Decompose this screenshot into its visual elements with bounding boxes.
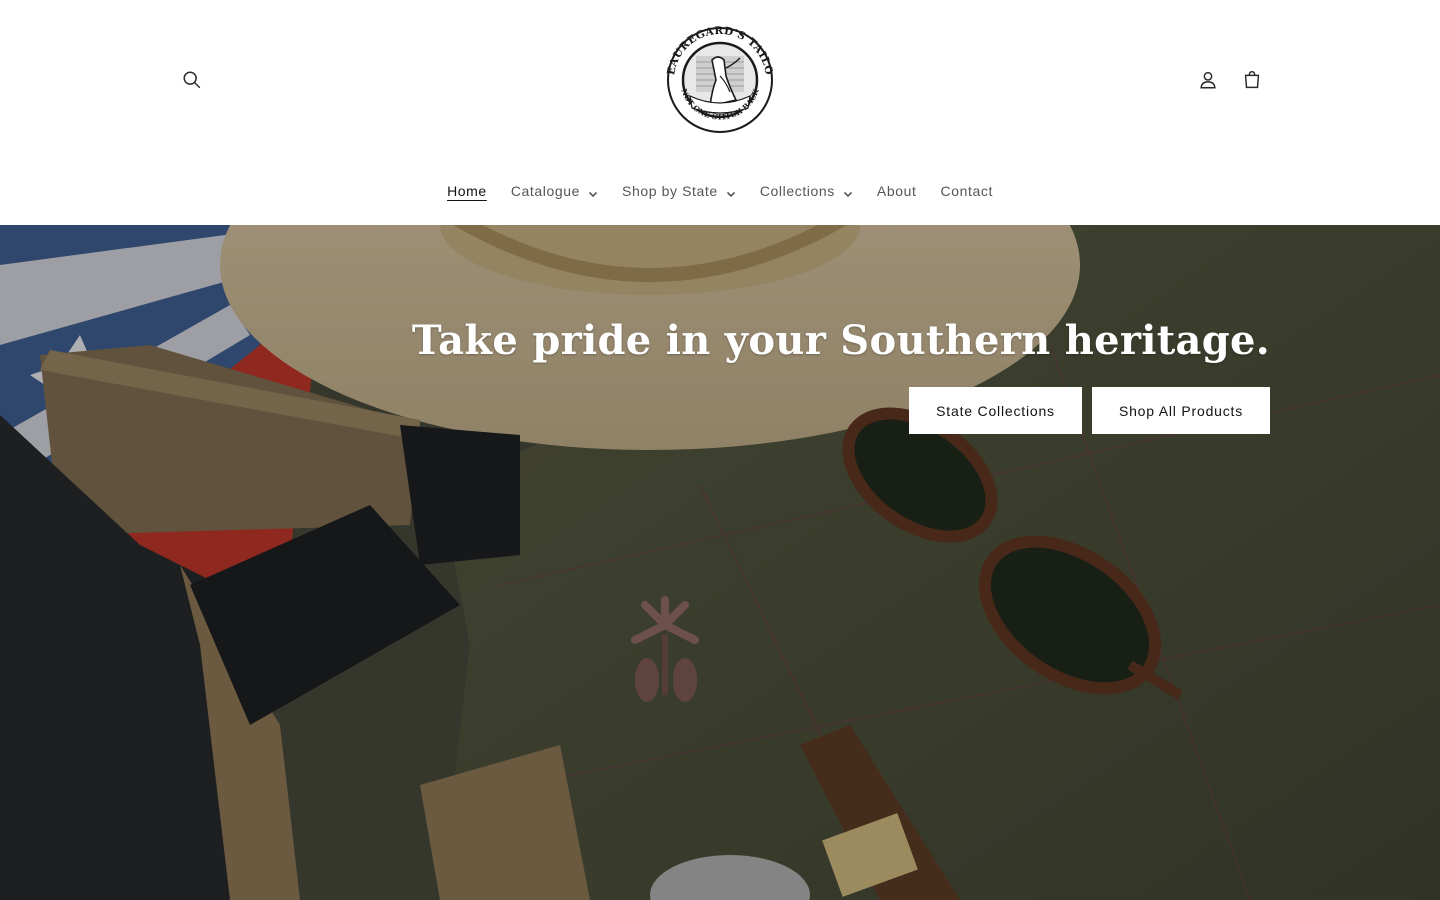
state-collections-button[interactable]: State Collections xyxy=(909,387,1082,434)
search-icon xyxy=(183,71,201,89)
nav-item-label: Contact xyxy=(940,183,993,199)
cart-icon xyxy=(1244,71,1260,89)
nav-item-collections[interactable]: Collections xyxy=(748,172,865,210)
nav-item-label: Home xyxy=(447,183,487,199)
nav-item-about[interactable]: About xyxy=(865,172,929,210)
nav-item-shop-by-state[interactable]: Shop by State xyxy=(610,172,748,210)
nav-item-home[interactable]: Home xyxy=(435,172,499,210)
nav-item-label: Collections xyxy=(759,183,835,199)
nav-item-catalogue[interactable]: Catalogue xyxy=(499,172,610,210)
account-icon xyxy=(1200,71,1216,89)
cart-button[interactable] xyxy=(1230,58,1274,102)
site-header: BEAUREGARD'S TAILOR NOT ONE STITCH BACK … xyxy=(0,0,1440,225)
hero-banner: Take pride in your Southern heritage. St… xyxy=(0,225,1440,900)
chevron-down-icon xyxy=(843,186,853,198)
site-logo[interactable]: BEAUREGARD'S TAILOR NOT ONE STITCH BACK xyxy=(655,9,780,142)
account-button[interactable] xyxy=(1186,58,1230,102)
nav-item-label: Shop by State xyxy=(622,183,718,199)
logo-seal: BEAUREGARD'S TAILOR NOT ONE STITCH BACK xyxy=(655,9,774,133)
chevron-down-icon xyxy=(588,186,598,198)
chevron-down-icon xyxy=(726,186,736,198)
nav-item-label: Catalogue xyxy=(510,183,581,199)
nav-item-contact[interactable]: Contact xyxy=(928,172,1004,210)
hero-buttons: State Collections Shop All Products xyxy=(909,387,1270,434)
shop-all-products-button[interactable]: Shop All Products xyxy=(1092,387,1270,434)
main-nav: Home Catalogue Shop by State Collections… xyxy=(0,172,1440,210)
hero-title: Take pride in your Southern heritage. xyxy=(411,317,1270,364)
nav-item-label: About xyxy=(876,183,917,199)
search-button[interactable] xyxy=(170,58,214,102)
